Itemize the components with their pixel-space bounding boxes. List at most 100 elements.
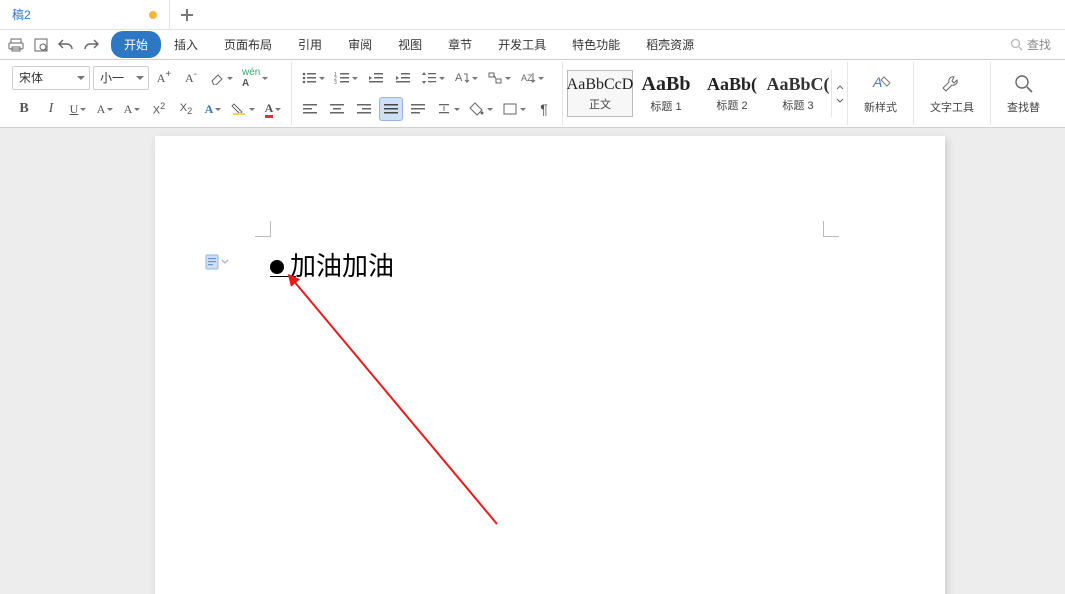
preview-icon [33, 37, 49, 53]
style-preview: AaBbC( [766, 74, 829, 95]
paragraph-group: 123 A AZ ¶ [292, 62, 563, 125]
para-spacing-button[interactable] [433, 97, 463, 121]
bullets-button[interactable] [298, 66, 328, 90]
underline-button[interactable]: U [66, 97, 90, 121]
italic-button[interactable]: I [39, 97, 63, 121]
strike-button[interactable]: A [93, 97, 117, 121]
subscript-button[interactable]: X2 [174, 97, 198, 121]
menu-special[interactable]: 特色功能 [559, 31, 633, 58]
styles-more-button[interactable] [831, 70, 847, 117]
chevron-down-icon [221, 258, 229, 266]
phonetic-button[interactable]: wénA [239, 66, 271, 90]
border-button[interactable] [499, 97, 529, 121]
clear-format-button[interactable] [206, 66, 236, 90]
border-icon [502, 102, 518, 116]
new-style-button[interactable]: A 新样式 [854, 73, 907, 115]
document-tab[interactable]: 稿2 [0, 0, 170, 29]
annotation-arrow-icon [287, 274, 517, 534]
style-preview: AaBb [642, 73, 691, 96]
snap-button[interactable] [484, 66, 514, 90]
bold-button[interactable]: B [12, 97, 36, 121]
shading-button[interactable] [466, 97, 496, 121]
print-button[interactable] [4, 33, 28, 57]
font-color-button[interactable]: A [261, 97, 285, 121]
undo-button[interactable] [54, 33, 78, 57]
style-preview: AaBbCcD [567, 76, 634, 94]
texttools-group: 文字工具 [914, 62, 991, 125]
find-replace-label: 查找替 [1007, 99, 1040, 115]
svg-text:A: A [455, 72, 463, 84]
pilcrow-icon: ¶ [540, 101, 548, 117]
emphasis-icon: A [124, 102, 133, 117]
svg-text:A: A [872, 74, 882, 90]
style-h1[interactable]: AaBb 标题 1 [633, 70, 699, 117]
document-text-line[interactable]: 加油加油 [270, 246, 394, 283]
underline-icon: U [70, 102, 79, 117]
svg-text:3: 3 [334, 80, 337, 85]
align-justify-icon [383, 102, 399, 116]
document-text: 加油加油 [290, 246, 394, 283]
align-center-button[interactable] [325, 97, 349, 121]
unsaved-indicator-icon [149, 11, 157, 19]
superscript-button[interactable]: X2 [147, 97, 171, 121]
para-spacing-icon [436, 102, 452, 116]
bold-icon: B [19, 101, 28, 117]
menu-developer[interactable]: 开发工具 [485, 31, 559, 58]
strike-icon: A [97, 102, 106, 117]
font-size-select[interactable]: 小一 [93, 66, 149, 90]
grow-font-button[interactable]: A+ [152, 66, 176, 90]
numbering-button[interactable]: 123 [331, 66, 361, 90]
font-name-select[interactable]: 宋体 [12, 66, 90, 90]
menu-layout[interactable]: 页面布局 [211, 31, 285, 58]
style-label: 正文 [589, 96, 611, 112]
chevron-updown-icon [836, 84, 844, 104]
menu-section[interactable]: 章节 [435, 31, 485, 58]
text-effect-button[interactable]: A [201, 97, 225, 121]
wrench-icon [940, 73, 964, 95]
style-h2[interactable]: AaBb( 标题 2 [699, 70, 765, 117]
margin-corner-icon [255, 221, 271, 237]
textdir-button[interactable]: A [451, 66, 481, 90]
menu-start[interactable]: 开始 [111, 31, 161, 58]
phonetic-icon: wénA [242, 67, 260, 89]
document-canvas[interactable]: 加油加油 [0, 128, 1065, 594]
highlight-button[interactable] [228, 97, 258, 121]
linespacing-button[interactable] [418, 66, 448, 90]
style-normal[interactable]: AaBbCcD 正文 [567, 70, 633, 117]
italic-icon: I [49, 101, 54, 117]
preview-button[interactable] [29, 33, 53, 57]
align-right-button[interactable] [352, 97, 376, 121]
align-justify-button[interactable] [379, 97, 403, 121]
outdent-button[interactable] [364, 66, 388, 90]
align-left-button[interactable] [298, 97, 322, 121]
menu-insert[interactable]: 插入 [161, 31, 211, 58]
linespacing-icon [421, 71, 437, 85]
text-tools-button[interactable]: 文字工具 [920, 73, 984, 115]
font-color-icon: A [265, 101, 274, 118]
newstyle-group: A 新样式 [848, 62, 914, 125]
menu-docer[interactable]: 稻壳资源 [633, 31, 707, 58]
search-box[interactable]: 查找 [1000, 33, 1061, 56]
quick-access [4, 33, 111, 57]
align-distribute-button[interactable] [406, 97, 430, 121]
indent-icon [395, 71, 411, 85]
magnifier-icon [1012, 73, 1036, 95]
shrink-font-button[interactable]: A- [179, 66, 203, 90]
subscript-icon: X2 [180, 102, 192, 116]
find-replace-button[interactable]: 查找替 [997, 73, 1050, 115]
sort-button[interactable]: AZ [517, 66, 547, 90]
new-tab-button[interactable] [170, 0, 204, 29]
redo-button[interactable] [79, 33, 103, 57]
emphasis-button[interactable]: A [120, 97, 144, 121]
style-h3[interactable]: AaBbC( 标题 3 [765, 70, 831, 117]
page[interactable]: 加油加油 [155, 136, 945, 594]
show-marks-button[interactable]: ¶ [532, 97, 556, 121]
indent-button[interactable] [391, 66, 415, 90]
ribbon: 宋体 小一 A+ A- wénA B I U A A X2 X2 A A 123 [0, 60, 1065, 128]
menu-view[interactable]: 视图 [385, 31, 435, 58]
tab-title: 稿2 [12, 6, 31, 23]
menu-review[interactable]: 审阅 [335, 31, 385, 58]
paragraph-options-button[interactable] [205, 254, 229, 270]
menu-references[interactable]: 引用 [285, 31, 335, 58]
shrink-font-icon: A- [185, 69, 197, 86]
